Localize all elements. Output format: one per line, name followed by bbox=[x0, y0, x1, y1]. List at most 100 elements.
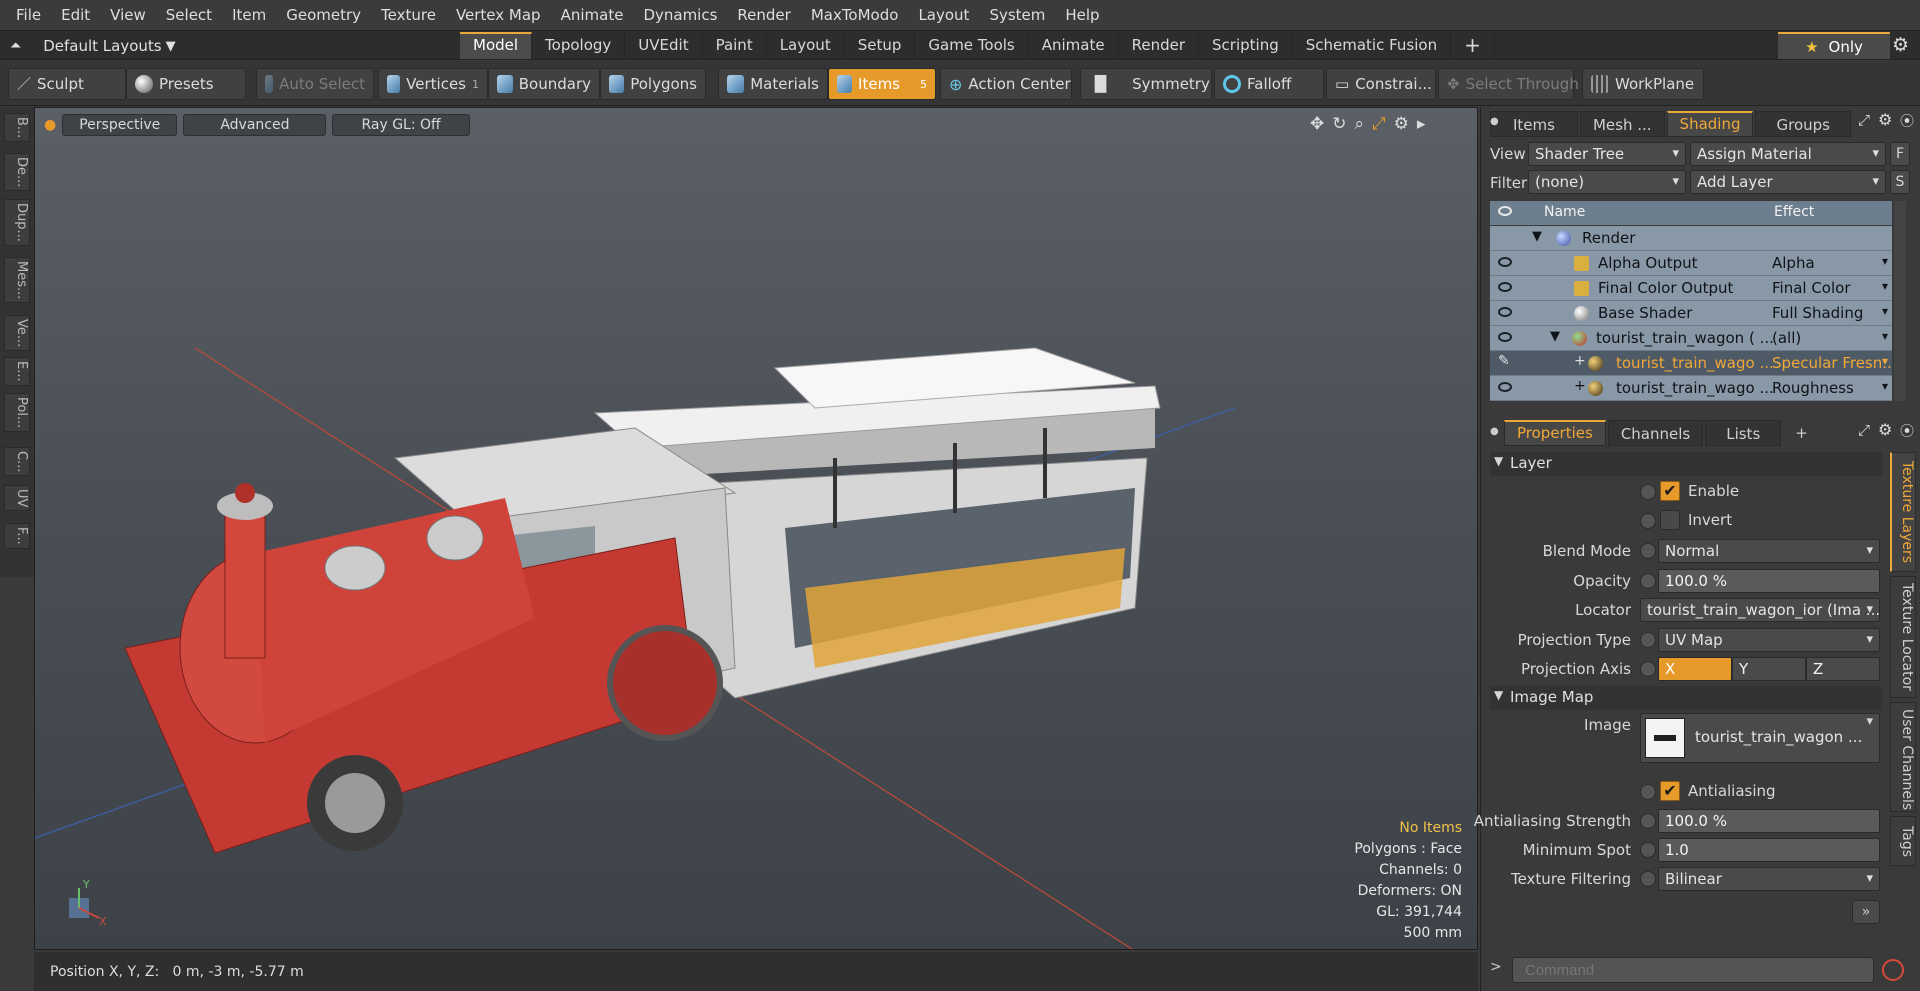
sculpt-button[interactable]: ／ Sculpt bbox=[8, 68, 126, 100]
antialiasing-checkbox[interactable]: ✔ bbox=[1660, 781, 1680, 801]
record-macro-icon[interactable] bbox=[1882, 959, 1904, 981]
assign-material-dropdown[interactable]: Assign Material bbox=[1690, 142, 1886, 166]
tab-layout[interactable]: Layout bbox=[767, 32, 845, 59]
menu-item[interactable]: Item bbox=[222, 6, 276, 24]
enable-checkbox[interactable]: ✔ bbox=[1660, 481, 1680, 501]
add-panel-tab-icon[interactable]: + bbox=[1783, 420, 1820, 446]
blend-mode-dropdown[interactable]: Normal bbox=[1658, 539, 1880, 563]
left-tab-fusion[interactable]: F... bbox=[4, 523, 30, 549]
only-button[interactable]: ★ Only bbox=[1778, 32, 1890, 59]
locator-dropdown[interactable]: tourist_train_wagon_ior (Ima ... bbox=[1640, 598, 1880, 622]
menu-animate[interactable]: Animate bbox=[551, 6, 634, 24]
col-name[interactable]: Name bbox=[1544, 204, 1585, 220]
menu-view[interactable]: View bbox=[100, 6, 156, 24]
properties-expand-icon[interactable]: ⤢ bbox=[1858, 421, 1870, 439]
properties-more-icon[interactable]: ⦿ bbox=[1900, 421, 1914, 441]
axis-z-button[interactable]: Z bbox=[1806, 657, 1880, 681]
menu-maxtomodo[interactable]: MaxToModo bbox=[801, 6, 909, 24]
layer-section-header[interactable]: ▼ Layer bbox=[1490, 452, 1882, 476]
left-tab-curve[interactable]: C... bbox=[4, 447, 30, 477]
visibility-eye-icon[interactable] bbox=[1498, 257, 1512, 267]
tab-topology[interactable]: Topology bbox=[532, 32, 626, 59]
tab-render[interactable]: Render bbox=[1119, 32, 1200, 59]
minimum-spot-field[interactable]: 1.0 bbox=[1658, 838, 1880, 862]
shader-row-alpha-output[interactable]: Alpha Output Alpha bbox=[1490, 251, 1892, 276]
tab-lists[interactable]: Lists bbox=[1705, 420, 1782, 446]
gear-icon[interactable]: ⚙ bbox=[1892, 34, 1909, 56]
menu-system[interactable]: System bbox=[979, 6, 1055, 24]
shader-row-texture-selected[interactable]: ✎ + tourist_train_wago ... Specular Fres… bbox=[1490, 351, 1892, 376]
panel-gear-icon[interactable]: ⚙ bbox=[1878, 110, 1892, 129]
shader-row-render[interactable]: ▼ Render bbox=[1490, 226, 1892, 251]
expand-plus-icon[interactable]: + bbox=[1574, 353, 1586, 369]
tab-setup[interactable]: Setup bbox=[845, 32, 916, 59]
tab-model[interactable]: Model bbox=[460, 32, 533, 59]
shader-tree-scrollbar[interactable] bbox=[1894, 201, 1906, 401]
projection-axis-knob[interactable] bbox=[1640, 661, 1656, 677]
menu-texture[interactable]: Texture bbox=[371, 6, 446, 24]
tab-schematic-fusion[interactable]: Schematic Fusion bbox=[1293, 32, 1452, 59]
view-dropdown[interactable]: Shader Tree bbox=[1528, 142, 1686, 166]
menu-edit[interactable]: Edit bbox=[51, 6, 100, 24]
menu-layout[interactable]: Layout bbox=[908, 6, 979, 24]
menu-dynamics[interactable]: Dynamics bbox=[633, 6, 727, 24]
shader-row-material-group[interactable]: ▼ tourist_train_wagon ( ... (all) bbox=[1490, 326, 1892, 351]
right-tab-tags[interactable]: Tags bbox=[1890, 816, 1916, 866]
expand-arrow-icon[interactable]: ▸ bbox=[1417, 114, 1426, 134]
collapse-arrow-icon[interactable]: ⏶ bbox=[10, 38, 21, 54]
shader-row-texture-roughness[interactable]: + tourist_train_wago ... Roughness bbox=[1490, 376, 1892, 401]
constraints-button[interactable]: ▭ Constrai... bbox=[1326, 68, 1436, 100]
menu-geometry[interactable]: Geometry bbox=[276, 6, 371, 24]
shader-row-effect[interactable]: Specular Fresn... bbox=[1772, 354, 1892, 372]
rotate-icon[interactable]: ↻ bbox=[1332, 114, 1346, 134]
add-layer-dropdown[interactable]: Add Layer bbox=[1690, 170, 1886, 194]
right-tab-texture-layers[interactable]: Texture Layers bbox=[1890, 452, 1916, 572]
opacity-knob[interactable] bbox=[1640, 573, 1656, 589]
texture-filtering-knob[interactable] bbox=[1640, 871, 1656, 887]
zoom-icon[interactable]: ⌕ bbox=[1355, 114, 1365, 134]
expand-plus-icon[interactable]: + bbox=[1574, 378, 1586, 394]
shader-row-final-color-output[interactable]: Final Color Output Final Color bbox=[1490, 276, 1892, 301]
polygons-button[interactable]: Polygons bbox=[600, 68, 706, 100]
tab-uvedit[interactable]: UVEdit bbox=[625, 32, 703, 59]
vertices-button[interactable]: Vertices 1 bbox=[378, 68, 488, 100]
tab-animate[interactable]: Animate bbox=[1029, 32, 1119, 59]
menu-help[interactable]: Help bbox=[1055, 6, 1109, 24]
workplane-button[interactable]: WorkPlane bbox=[1582, 68, 1704, 100]
visibility-eye-icon[interactable] bbox=[1498, 382, 1512, 392]
menu-file[interactable]: File bbox=[6, 6, 51, 24]
aa-strength-knob[interactable] bbox=[1640, 813, 1656, 829]
tab-paint[interactable]: Paint bbox=[703, 32, 767, 59]
menu-vertex-map[interactable]: Vertex Map bbox=[446, 6, 551, 24]
projection-type-knob[interactable] bbox=[1640, 632, 1656, 648]
image-selector[interactable]: tourist_train_wagon ... ▾ bbox=[1640, 713, 1880, 763]
fit-view-icon[interactable]: ⤢ bbox=[1372, 114, 1386, 134]
tab-scripting[interactable]: Scripting bbox=[1199, 32, 1293, 59]
left-tab-mesh[interactable]: Mes... bbox=[4, 257, 30, 304]
opacity-field[interactable]: 100.0 % bbox=[1658, 569, 1880, 593]
auto-select-button[interactable]: Auto Select bbox=[256, 68, 374, 100]
view-perspective-button[interactable]: Perspective bbox=[62, 114, 178, 136]
falloff-button[interactable]: Falloff bbox=[1214, 68, 1324, 100]
left-tab-deform[interactable]: De... bbox=[4, 153, 30, 192]
items-button[interactable]: Items 5 bbox=[828, 68, 936, 100]
left-tab-uv[interactable]: UV bbox=[4, 485, 30, 512]
image-map-section-header[interactable]: ▼ Image Map bbox=[1490, 686, 1882, 710]
right-tab-user-channels[interactable]: User Channels bbox=[1890, 702, 1916, 812]
properties-gear-icon[interactable]: ⚙ bbox=[1878, 420, 1892, 439]
materials-button[interactable]: Materials bbox=[718, 68, 828, 100]
menu-render[interactable]: Render bbox=[727, 6, 800, 24]
visibility-eye-icon[interactable] bbox=[1498, 282, 1512, 292]
select-through-button[interactable]: ✥ Select Through bbox=[1438, 68, 1579, 100]
tab-mesh[interactable]: Mesh ... bbox=[1579, 111, 1665, 137]
aa-strength-field[interactable]: 100.0 % bbox=[1658, 809, 1880, 833]
invert-checkbox[interactable] bbox=[1660, 510, 1680, 530]
layout-dropdown[interactable]: ⏶ Default Layouts ▼ bbox=[10, 34, 176, 58]
tab-channels[interactable]: Channels bbox=[1607, 420, 1704, 446]
pan-icon[interactable]: ✥ bbox=[1310, 114, 1324, 134]
panel-expand-icon[interactable]: ⤢ bbox=[1858, 111, 1870, 129]
expand-arrow-icon[interactable]: ▼ bbox=[1532, 229, 1542, 244]
more-options-button[interactable]: » bbox=[1852, 900, 1880, 924]
minimum-spot-knob[interactable] bbox=[1640, 842, 1656, 858]
view-mode-button[interactable]: Advanced bbox=[183, 114, 327, 136]
